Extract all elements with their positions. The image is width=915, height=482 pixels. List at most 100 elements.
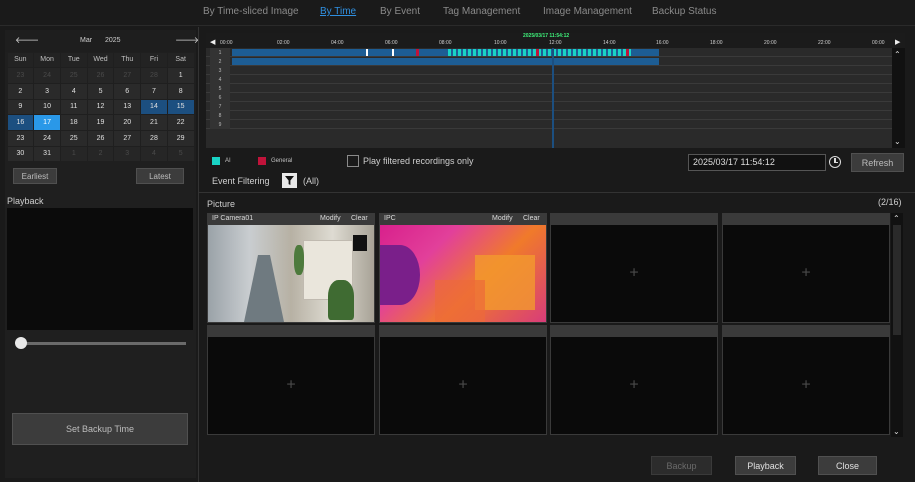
calendar-day[interactable]: 25 <box>60 68 87 83</box>
set-backup-time-button[interactable]: Set Backup Time <box>12 413 188 445</box>
next-month-icon[interactable]: 🡒 <box>175 35 199 46</box>
timeline-row[interactable]: 8 <box>206 111 892 120</box>
calendar-day[interactable]: 3 <box>114 146 141 162</box>
timeline-row[interactable]: 5 <box>206 84 892 93</box>
calendar-day[interactable]: 9 <box>7 99 34 115</box>
calendar-day-with-recording[interactable]: 16 <box>7 115 34 130</box>
latest-button[interactable]: Latest <box>136 168 184 184</box>
clear-link[interactable]: Clear <box>351 215 368 222</box>
datetime-input[interactable]: 2025/03/17 11:54:12 <box>688 154 826 171</box>
calendar-day[interactable]: 1 <box>167 68 194 83</box>
calendar-day[interactable]: 25 <box>60 130 87 146</box>
add-picture-icon[interactable]: + <box>286 376 295 394</box>
calendar-day[interactable]: 6 <box>114 83 141 99</box>
timeline-scrollbar[interactable]: ⌃ ⌄ <box>892 48 905 148</box>
picture-cell[interactable]: IPC Modify Clear <box>379 213 547 323</box>
tab-image-management[interactable]: Image Management <box>543 6 632 17</box>
add-picture-icon[interactable]: + <box>629 376 638 394</box>
calendar-day[interactable]: 19 <box>87 115 114 130</box>
clear-link[interactable]: Clear <box>523 215 540 222</box>
modify-link[interactable]: Modify <box>320 215 341 222</box>
calendar-day[interactable]: 30 <box>7 146 34 162</box>
calendar-day[interactable]: 13 <box>114 99 141 115</box>
timeline-next-icon[interactable]: ▶ <box>895 38 900 46</box>
modify-link[interactable]: Modify <box>492 215 513 222</box>
timeline-row[interactable]: 3 <box>206 66 892 75</box>
timeline-row[interactable]: 2 <box>206 57 892 66</box>
picture-scrollbar[interactable]: ⌃ ⌄ <box>891 213 903 437</box>
calendar-day[interactable]: 31 <box>34 146 60 162</box>
timeline-row[interactable]: 1 <box>206 48 892 57</box>
add-picture-icon[interactable]: + <box>458 376 467 394</box>
playback-button[interactable]: Playback <box>735 456 796 475</box>
clock-icon[interactable] <box>829 156 841 168</box>
picture-cell-empty[interactable]: + <box>379 325 547 435</box>
calendar-day[interactable]: 27 <box>114 130 141 146</box>
playback-slider-track[interactable] <box>17 342 186 345</box>
calendar-day[interactable]: 12 <box>87 99 114 115</box>
calendar-day[interactable]: 28 <box>141 130 167 146</box>
calendar-day[interactable]: 23 <box>7 68 34 83</box>
calendar-day[interactable]: 5 <box>167 146 194 162</box>
tab-by-event[interactable]: By Event <box>380 6 420 17</box>
add-picture-icon[interactable]: + <box>801 376 810 394</box>
calendar-day[interactable]: 20 <box>114 115 141 130</box>
playback-slider-knob[interactable] <box>15 337 27 349</box>
timeline-row[interactable]: 9 <box>206 120 892 129</box>
calendar-day[interactable]: 4 <box>141 146 167 162</box>
picture-cell-empty[interactable]: + <box>722 325 890 435</box>
calendar-day[interactable]: 2 <box>87 146 114 162</box>
calendar-day[interactable]: 11 <box>60 99 87 115</box>
calendar-day[interactable]: 3 <box>34 83 60 99</box>
tab-by-time-sliced-image[interactable]: By Time-sliced Image <box>203 6 299 17</box>
picture-cell[interactable]: IP Camera01 Modify Clear <box>207 213 375 323</box>
calendar-day[interactable]: 23 <box>7 130 34 146</box>
timeline-row[interactable]: 6 <box>206 93 892 102</box>
calendar-day[interactable]: 26 <box>87 130 114 146</box>
earliest-button[interactable]: Earliest <box>13 168 57 184</box>
calendar-day-with-recording[interactable]: 15 <box>167 99 194 115</box>
timeline-row[interactable]: 4 <box>206 75 892 84</box>
filter-icon[interactable] <box>282 173 297 188</box>
calendar-day-with-recording[interactable]: 14 <box>141 99 167 115</box>
play-filtered-checkbox[interactable] <box>347 155 359 167</box>
calendar-day[interactable]: 27 <box>114 68 141 83</box>
timeline-row[interactable]: 7 <box>206 102 892 111</box>
scroll-up-icon[interactable]: ⌃ <box>894 50 901 59</box>
calendar-day[interactable]: 7 <box>141 83 167 99</box>
calendar-day[interactable]: 18 <box>60 115 87 130</box>
picture-cell-empty[interactable]: + <box>207 325 375 435</box>
tab-by-time[interactable]: By Time <box>320 6 356 17</box>
calendar-day[interactable]: 29 <box>167 130 194 146</box>
calendar-day[interactable]: 1 <box>60 146 87 162</box>
calendar-day[interactable]: 22 <box>167 115 194 130</box>
calendar-day[interactable]: 26 <box>87 68 114 83</box>
calendar-day[interactable]: 21 <box>141 115 167 130</box>
backup-button[interactable]: Backup <box>651 456 712 475</box>
calendar-day[interactable]: 2 <box>7 83 34 99</box>
close-button[interactable]: Close <box>818 456 877 475</box>
calendar-day[interactable]: 4 <box>60 83 87 99</box>
timeline-cursor[interactable] <box>552 48 554 148</box>
calendar-day[interactable]: 10 <box>34 99 60 115</box>
add-picture-icon[interactable]: + <box>629 264 638 282</box>
add-picture-icon[interactable]: + <box>801 264 810 282</box>
calendar-day[interactable]: 24 <box>34 68 60 83</box>
recording-timeline[interactable]: ◀ 00:00 02:00 04:00 06:00 08:00 10:00 12… <box>206 33 905 148</box>
tab-tag-management[interactable]: Tag Management <box>443 6 520 17</box>
calendar-day[interactable]: 5 <box>87 83 114 99</box>
refresh-button[interactable]: Refresh <box>851 153 904 172</box>
picture-cell-empty[interactable]: + <box>550 325 718 435</box>
calendar-day-selected[interactable]: 17 <box>34 115 60 130</box>
picture-cell-empty[interactable]: + <box>722 213 890 323</box>
calendar-day[interactable]: 24 <box>34 130 60 146</box>
calendar-day[interactable]: 8 <box>167 83 194 99</box>
timeline-prev-icon[interactable]: ◀ <box>210 38 215 46</box>
scroll-down-icon[interactable]: ⌄ <box>893 427 900 436</box>
scroll-thumb[interactable] <box>893 225 901 335</box>
scroll-up-icon[interactable]: ⌃ <box>893 214 900 223</box>
picture-cell-empty[interactable]: + <box>550 213 718 323</box>
prev-month-icon[interactable]: 🡐 <box>15 35 39 46</box>
scroll-down-icon[interactable]: ⌄ <box>894 137 901 146</box>
calendar-day[interactable]: 28 <box>141 68 167 83</box>
